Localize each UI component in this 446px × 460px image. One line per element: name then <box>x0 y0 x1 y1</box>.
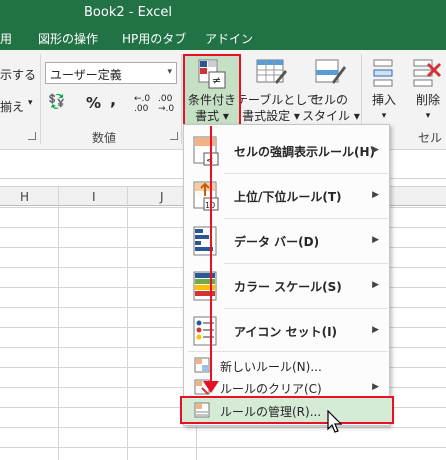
wrap-text-button[interactable]: 示する <box>0 66 36 83</box>
mouse-cursor-icon <box>327 410 343 433</box>
menu-item-color-scales[interactable]: カラー スケール(S) ▶ <box>184 264 389 308</box>
chevron-right-icon: ▶ <box>372 145 379 155</box>
grid-column-line <box>58 207 59 460</box>
chevron-down-icon: ▾ <box>425 111 431 121</box>
number-format-select[interactable]: ユーザー定義 ▾ <box>45 62 177 84</box>
tab-view[interactable]: 用 <box>0 30 12 47</box>
cell-style-icon <box>315 59 346 84</box>
align-button[interactable]: 揃え <box>0 98 24 115</box>
data-bars-icon <box>193 226 217 256</box>
chevron-right-icon: ▶ <box>372 280 379 290</box>
menu-item-label: 新しいルール(N)... <box>220 360 322 374</box>
window-title: Book2 - Excel <box>84 5 173 20</box>
chevron-down-icon: ▾ <box>381 111 387 121</box>
manage-rules-icon <box>194 402 210 418</box>
percent-button[interactable]: % <box>86 94 101 112</box>
menu-separator <box>188 351 388 352</box>
column-header-i[interactable]: I <box>92 190 96 204</box>
chevron-right-icon: ▶ <box>372 190 379 200</box>
menu-item-label: ルールの管理(R)... <box>220 405 322 419</box>
chevron-right-icon: ▶ <box>372 382 379 392</box>
top-bottom-rules-icon: 10 <box>193 181 219 211</box>
menu-item-label: ルールのクリア(C) <box>220 382 322 396</box>
title-bar: Book2 - Excel <box>0 0 446 26</box>
color-scales-icon <box>193 271 217 301</box>
insert-button[interactable]: 挿入 ▾ <box>368 92 400 124</box>
alignment-launcher-icon[interactable] <box>28 132 36 140</box>
menu-item-label: カラー スケール(S) <box>234 280 342 294</box>
menu-item-label: アイコン セット(I) <box>234 325 338 339</box>
column-divider <box>127 186 128 207</box>
conditional-formatting-icon: ≠ <box>198 59 226 89</box>
menu-item-label: セルの強調表示ルール(H) <box>234 145 376 159</box>
group-number-label: 数値 <box>92 131 117 145</box>
delete-button[interactable]: 削除 ▾ <box>410 92 446 124</box>
tab-shape-ops[interactable]: 図形の操作 <box>38 30 98 47</box>
comma-button[interactable]: , <box>110 90 116 109</box>
menu-item-new-rule[interactable]: 新しいルール(N)... <box>184 353 389 377</box>
table-format-label-1: テーブルとして <box>236 93 319 107</box>
ribbon-tabs: 用 図形の操作 HP用のタブ アドイン <box>0 26 446 50</box>
tab-hp[interactable]: HP用のタブ <box>122 30 186 47</box>
cell-style-label-1: セルの <box>311 93 348 107</box>
new-rule-icon <box>194 357 210 373</box>
number-launcher-icon[interactable] <box>170 132 178 140</box>
delete-label: 削除 <box>415 93 440 107</box>
table-format-button[interactable]: テーブルとして 書式設定 ▾ <box>236 92 319 124</box>
chevron-right-icon: ▶ <box>372 325 379 335</box>
column-divider <box>58 186 59 207</box>
menu-item-label: データ バー(D) <box>234 235 320 249</box>
group-separator <box>40 54 41 144</box>
annotation-arrow-head <box>203 381 219 393</box>
insert-label: 挿入 <box>371 93 396 107</box>
delete-cells-icon <box>413 59 442 87</box>
highlight-rules-icon: < <box>193 136 219 166</box>
conditional-formatting-label-1: 条件付き <box>187 93 236 107</box>
menu-item-icon-sets[interactable]: アイコン セット(I) ▶ <box>184 309 389 353</box>
decrease-decimal-icon[interactable]: .00 →.0 <box>158 94 174 114</box>
menu-item-highlight-rules[interactable]: < セルの強調表示ルール(H) ▶ <box>184 129 389 173</box>
chevron-down-icon: ▾ <box>28 98 33 108</box>
chevron-right-icon: ▶ <box>372 235 379 245</box>
icon-sets-icon <box>193 316 217 346</box>
group-separator <box>181 54 182 144</box>
table-format-label-2: 書式設定 ▾ <box>242 109 300 123</box>
menu-item-manage-rules[interactable]: ルールの管理(R)... <box>180 396 394 424</box>
column-header-j[interactable]: J <box>160 190 164 204</box>
currency-icon[interactable]: 💱 <box>48 94 65 110</box>
insert-cells-icon <box>373 59 393 87</box>
grid-column-line <box>127 207 128 460</box>
annotation-arrow-line <box>210 126 212 383</box>
tab-addins[interactable]: アドイン <box>205 30 253 47</box>
svg-text:≠: ≠ <box>212 74 221 87</box>
menu-item-label: 上位/下位ルール(T) <box>234 190 342 204</box>
cell-style-label-2: スタイル ▾ <box>302 109 360 123</box>
increase-decimal-icon[interactable]: ←.0.00 <box>134 94 150 114</box>
column-header-h[interactable]: H <box>20 190 29 204</box>
conditional-formatting-label-2: 書式 ▾ <box>195 109 229 123</box>
menu-item-top-bottom-rules[interactable]: 10 上位/下位ルール(T) ▶ <box>184 174 389 218</box>
chevron-down-icon: ▾ <box>167 67 172 77</box>
conditional-formatting-button[interactable]: ≠ 条件付き 書式 ▾ <box>183 54 241 126</box>
number-format-value: ユーザー定義 <box>50 68 122 82</box>
group-cells-label: セル <box>418 131 443 145</box>
cell-style-button[interactable]: セルの スタイル ▾ <box>302 92 360 124</box>
menu-item-data-bars[interactable]: データ バー(D) ▶ <box>184 219 389 263</box>
conditional-formatting-label: 条件付き 書式 ▾ <box>185 92 239 124</box>
table-format-icon <box>256 59 287 84</box>
